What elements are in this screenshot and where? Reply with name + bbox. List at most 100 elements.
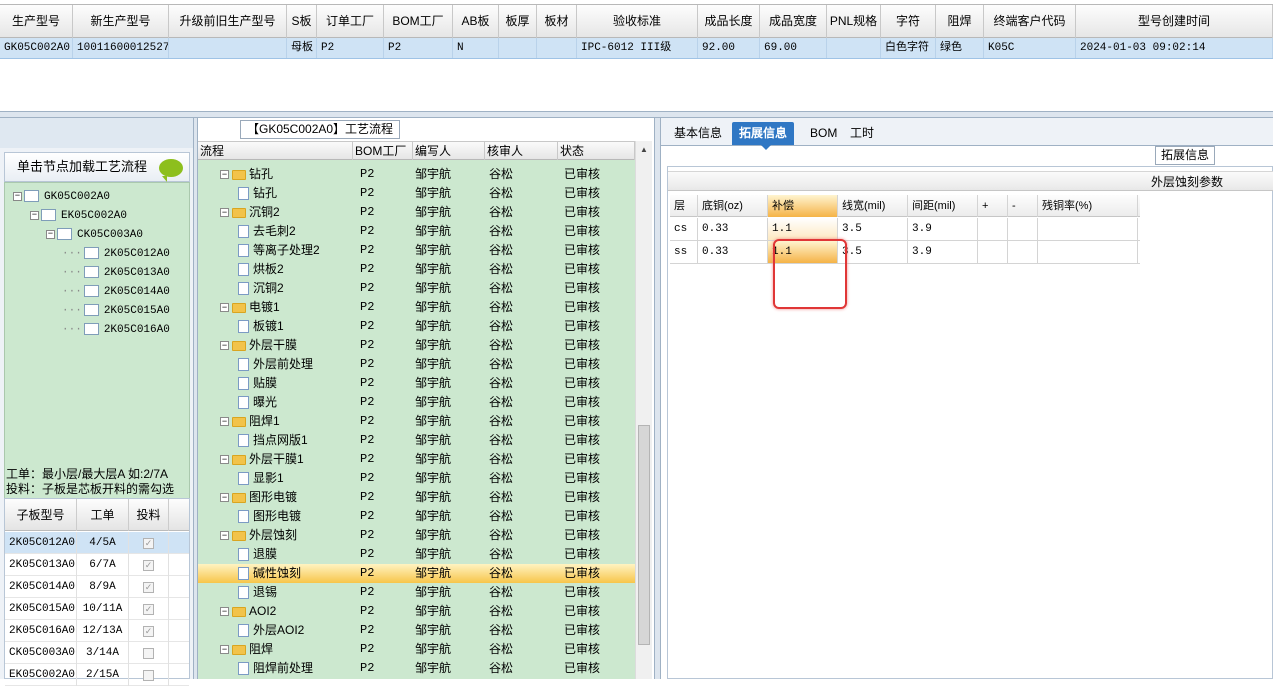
column-header[interactable]: 残铜率(%) xyxy=(1038,195,1138,217)
product-grid-row[interactable]: GK05C002A0 10011600012527 母板 P2 P2 N IPC-6012 … xyxy=(0,38,1273,59)
column-header[interactable]: 板厚 xyxy=(499,5,537,38)
collapse-toggle-icon[interactable]: − xyxy=(220,607,229,617)
process-row[interactable]: − 阻焊 P2 邹宇航 谷松 已审核 xyxy=(198,640,635,659)
process-row[interactable]: 去毛刺2 P2 邹宇航 谷松 已审核 xyxy=(198,222,635,241)
table-row[interactable]: 2K05C013A0 6/7A ✓ xyxy=(5,554,189,576)
collapse-toggle-icon[interactable]: − xyxy=(220,493,229,503)
table-row[interactable]: CK05C003A0 3/14A xyxy=(5,642,189,664)
grid-cell[interactable]: P2 xyxy=(384,38,453,58)
process-row[interactable]: − 图形电镀 P2 邹宇航 谷松 已审核 xyxy=(198,488,635,507)
column-header[interactable]: 终端客户代码 xyxy=(984,5,1076,38)
column-header[interactable]: 生产型号 xyxy=(0,5,73,38)
column-header[interactable]: 型号创建时间 xyxy=(1076,5,1273,38)
tree-node[interactable]: ··· 2K05C015A0 xyxy=(62,302,170,320)
process-row[interactable]: − 外层干膜1 P2 邹宇航 谷松 已审核 xyxy=(198,450,635,469)
column-header[interactable]: 间距(mil) xyxy=(908,195,978,217)
feed-checkbox[interactable]: ✓ xyxy=(143,581,154,593)
column-header[interactable]: 阻焊 xyxy=(936,5,984,38)
column-header[interactable]: 编写人 xyxy=(413,142,485,160)
collapse-toggle-icon[interactable]: − xyxy=(220,645,229,655)
column-header[interactable]: 成品宽度 xyxy=(760,5,827,38)
column-header[interactable]: 流程 xyxy=(198,142,353,160)
table-row[interactable]: 2K05C012A0 4/5A ✓ xyxy=(5,532,189,554)
column-header[interactable]: BOM工厂 xyxy=(353,142,413,160)
collapse-toggle-icon[interactable]: − xyxy=(220,531,229,541)
tab-item[interactable]: 拓展信息 xyxy=(732,122,795,150)
process-row[interactable]: 碱性蚀刻 P2 邹宇航 谷松 已审核 xyxy=(198,564,635,583)
grid-cell[interactable] xyxy=(169,38,287,58)
grid-cell[interactable] xyxy=(499,38,537,58)
column-header[interactable]: - xyxy=(1008,195,1038,217)
column-header[interactable]: 升级前旧生产型号 xyxy=(169,5,287,38)
column-header[interactable]: AB板 xyxy=(453,5,499,38)
tree-node[interactable]: ··· 2K05C012A0 xyxy=(62,245,170,263)
column-header[interactable]: 验收标准 xyxy=(577,5,698,38)
right-splitter[interactable] xyxy=(654,118,661,679)
column-header[interactable]: 投料 xyxy=(129,499,169,531)
column-header[interactable]: 核审人 xyxy=(485,142,558,160)
grid-cell[interactable]: N xyxy=(453,38,499,58)
column-header[interactable]: + xyxy=(978,195,1008,217)
process-row[interactable]: − AOI2 P2 邹宇航 谷松 已审核 xyxy=(198,602,635,621)
process-row[interactable]: 等离子处理2 P2 邹宇航 谷松 已审核 xyxy=(198,241,635,260)
column-header[interactable]: 层 xyxy=(670,195,698,217)
tree-node[interactable]: − GK05C002A0 xyxy=(13,188,110,206)
tab-item[interactable]: 工时 xyxy=(843,122,881,145)
scroll-up-icon[interactable]: ▲ xyxy=(640,145,648,154)
process-row[interactable]: − 阻焊1 P2 邹宇航 谷松 已审核 xyxy=(198,412,635,431)
process-row[interactable]: 外层前处理 P2 邹宇航 谷松 已审核 xyxy=(198,355,635,374)
param-cell[interactable]: cs xyxy=(670,218,698,240)
collapse-toggle-icon[interactable]: − xyxy=(220,208,229,218)
grid-cell[interactable]: 92.00 xyxy=(698,38,760,58)
column-header[interactable]: 板材 xyxy=(537,5,577,38)
column-header[interactable]: 字符 xyxy=(881,5,936,38)
table-row[interactable]: ss 0.33 1.1 3.5 3.9 xyxy=(670,241,1140,264)
grid-cell[interactable]: 10011600012527 xyxy=(73,38,169,58)
param-cell[interactable]: 0.33 xyxy=(698,218,768,240)
tab-item[interactable]: BOM xyxy=(803,122,844,145)
column-header[interactable]: 订单工厂 xyxy=(317,5,384,38)
column-header[interactable]: 子板型号 xyxy=(5,499,77,531)
process-row[interactable]: 图形电镀 P2 邹宇航 谷松 已审核 xyxy=(198,507,635,526)
load-flow-button[interactable]: 单击节点加载工艺流程 xyxy=(4,152,190,182)
tree-node[interactable]: − EK05C002A0 xyxy=(30,207,127,225)
column-header[interactable]: BOM工厂 xyxy=(384,5,453,38)
process-row[interactable]: 贴膜 P2 邹宇航 谷松 已审核 xyxy=(198,374,635,393)
collapse-toggle-icon[interactable]: − xyxy=(30,210,39,220)
grid-cell[interactable]: 母板 xyxy=(287,38,317,58)
table-row[interactable]: EK05C002A0 2/15A xyxy=(5,664,189,686)
column-header[interactable]: 底铜(oz) xyxy=(698,195,768,217)
process-row[interactable]: − 沉铜2 P2 邹宇航 谷松 已审核 xyxy=(198,203,635,222)
grid-cell[interactable] xyxy=(537,38,577,58)
process-row[interactable]: 挡点网版1 P2 邹宇航 谷松 已审核 xyxy=(198,431,635,450)
process-row[interactable]: 外层AOI2 P2 邹宇航 谷松 已审核 xyxy=(198,621,635,640)
param-cell[interactable]: ss xyxy=(670,241,698,263)
collapse-toggle-icon[interactable]: − xyxy=(220,170,229,180)
param-cell[interactable] xyxy=(978,241,1008,263)
grid-cell[interactable]: IPC-6012 III级 xyxy=(577,38,698,58)
scrollbar-thumb[interactable] xyxy=(638,425,650,645)
column-header[interactable]: PNL规格 xyxy=(827,5,881,38)
collapse-toggle-icon[interactable]: − xyxy=(220,341,229,351)
process-row[interactable]: 阻焊前处理 P2 邹宇航 谷松 已审核 xyxy=(198,659,635,678)
param-cell[interactable] xyxy=(1038,241,1138,263)
param-cell[interactable] xyxy=(1038,218,1138,240)
process-row[interactable]: − 外层蚀刻 P2 邹宇航 谷松 已审核 xyxy=(198,526,635,545)
collapse-toggle-icon[interactable]: − xyxy=(13,191,22,201)
tree-node[interactable]: − CK05C003A0 xyxy=(46,226,143,244)
param-cell[interactable] xyxy=(1008,218,1038,240)
grid-cell[interactable]: P2 xyxy=(317,38,384,58)
process-row[interactable]: 钻孔 P2 邹宇航 谷松 已审核 xyxy=(198,184,635,203)
column-header[interactable]: 工单 xyxy=(77,499,129,531)
collapse-toggle-icon[interactable]: − xyxy=(220,303,229,313)
collapse-toggle-icon[interactable]: − xyxy=(220,455,229,465)
process-row[interactable]: − 钻孔 P2 邹宇航 谷松 已审核 xyxy=(198,165,635,184)
column-header[interactable]: 线宽(mil) xyxy=(838,195,908,217)
column-header[interactable]: 状态 xyxy=(558,142,635,160)
tree-node[interactable]: ··· 2K05C013A0 xyxy=(62,264,170,282)
table-row[interactable]: 2K05C016A0 12/13A ✓ xyxy=(5,620,189,642)
grid-cell[interactable]: 69.00 xyxy=(760,38,827,58)
column-header[interactable]: 补偿 xyxy=(768,195,838,217)
process-row[interactable]: − 电镀1 P2 邹宇航 谷松 已审核 xyxy=(198,298,635,317)
param-cell[interactable] xyxy=(978,218,1008,240)
